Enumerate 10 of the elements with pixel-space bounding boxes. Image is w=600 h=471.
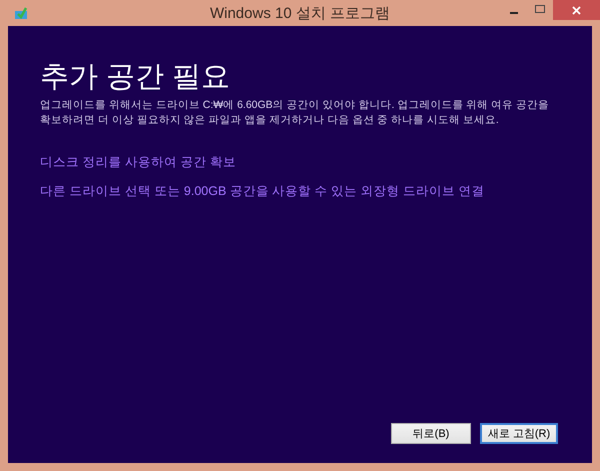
dialog-button[interactable]: 새로 고침(R) <box>480 423 558 444</box>
close-button[interactable] <box>553 0 600 20</box>
option-link[interactable]: 디스크 정리를 사용하여 공간 확보 <box>40 154 236 171</box>
close-icon <box>572 6 581 14</box>
page-heading: 추가 공간 필요 <box>40 60 232 94</box>
description-text: 업그레이드를 위해서는 드라이브 C:₩에 6.60GB의 공간이 있어야 합니다. 업그레이드를 위해 여유 공간을 확보하려면 더 이상 필요하지 않은 파일과 앱을 제거하거나 다음 옵션 중 하나를 시도해 보세요. <box>40 98 550 128</box>
app-icon <box>14 6 28 20</box>
dialog-button[interactable]: 뒤로(B) <box>391 423 471 444</box>
window-title: Windows 10 설치 프로그램 <box>210 4 390 22</box>
option-link[interactable]: 다른 드라이브 선택 또는 9.00GB 공간을 사용할 수 있는 외장형 드라이브 연결 <box>40 183 485 200</box>
